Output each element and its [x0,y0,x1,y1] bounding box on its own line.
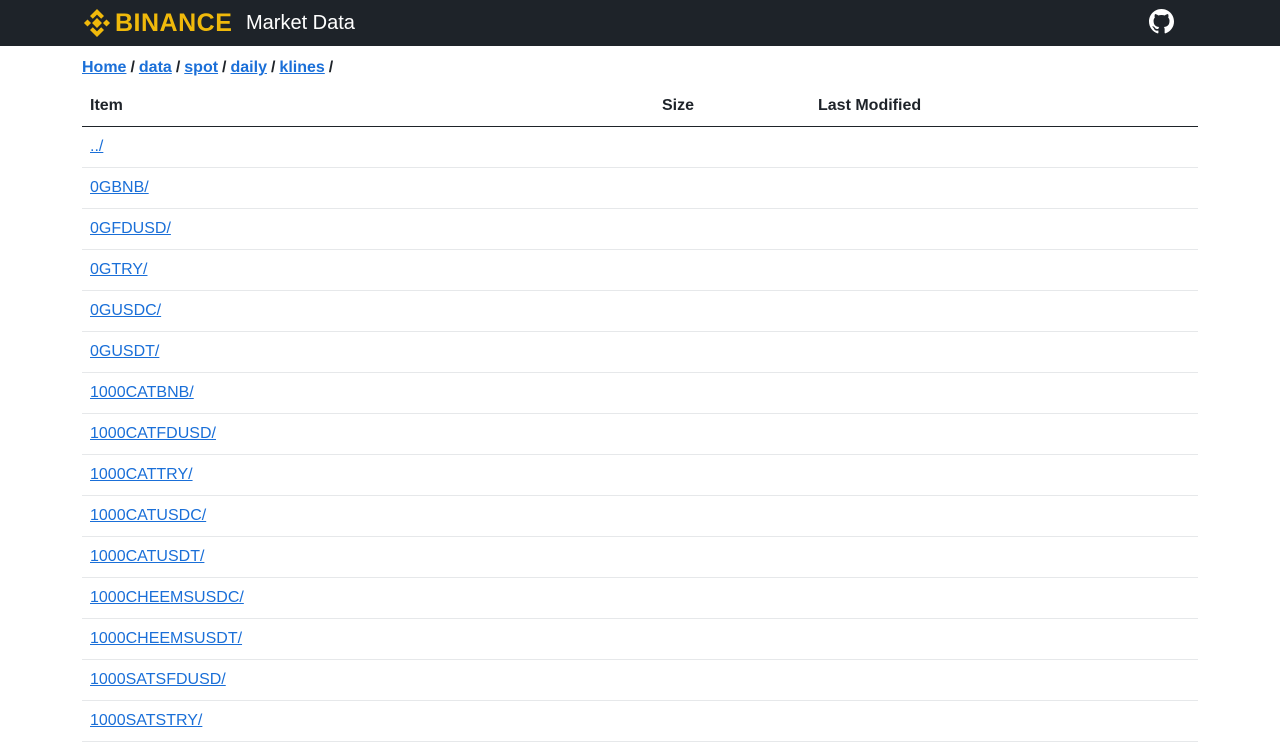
cell-size [654,167,810,209]
cell-size [654,331,810,373]
breadcrumb: Home / data / spot / daily / klines / [82,58,337,78]
cell-item: 1000CATUSDC/ [82,495,654,537]
cell-last-modified [810,126,1198,168]
directory-link[interactable]: 1000CHEEMSUSDC/ [90,589,244,606]
cell-last-modified [810,331,1198,373]
cell-last-modified [810,454,1198,496]
cell-size [654,126,810,168]
column-header-size: Size [654,86,810,127]
column-header-item: Item [82,86,654,127]
cell-last-modified [810,536,1198,578]
table-row: 0GTRY/ [82,249,1198,291]
directory-link[interactable]: 0GBNB/ [90,179,149,196]
cell-size [654,372,810,414]
breadcrumb-separator: / [270,59,276,76]
table-row: 1000CHEEMSUSDC/ [82,577,1198,619]
cell-size [654,208,810,250]
cell-item: 0GTRY/ [82,249,654,291]
cell-last-modified [810,700,1198,742]
cell-item: 1000CHEEMSUSDT/ [82,618,654,660]
table-row: 1000CHEEMSUSDT/ [82,618,1198,660]
cell-last-modified [810,290,1198,332]
directory-link[interactable]: 0GFDUSD/ [90,220,171,237]
table-row: 0GBNB/ [82,167,1198,209]
cell-item: 0GUSDT/ [82,331,654,373]
cell-last-modified [810,577,1198,619]
cell-size [654,249,810,291]
github-icon[interactable] [1149,9,1174,34]
table-row: ../ [82,126,1198,168]
directory-link[interactable]: 1000CATBNB/ [90,384,194,401]
table-row: 1000CATUSDT/ [82,536,1198,578]
cell-size [654,290,810,332]
table-row: 1000SATSFDUSD/ [82,659,1198,701]
table-row: 1000CATBNB/ [82,372,1198,414]
table-row: 1000SATSTRY/ [82,700,1198,742]
file-table: Item Size Last Modified ../ 0GBNB/0GFDUSD… [82,86,1198,742]
cell-item: ../ [82,126,654,168]
table-row: 1000CATUSDC/ [82,495,1198,537]
cell-size [654,659,810,701]
breadcrumb-separator: / [130,59,135,76]
cell-last-modified [810,659,1198,701]
file-listing: Item Size Last Modified ../ 0GBNB/0GFDUSD… [82,86,1198,742]
cell-size [654,577,810,619]
cell-item: 1000SATSFDUSD/ [82,659,654,701]
brand-name: BINANCE [115,9,233,37]
table-row: 1000CATTRY/ [82,454,1198,496]
breadcrumb-klines[interactable]: klines [279,59,324,76]
cell-size [654,454,810,496]
directory-link[interactable]: 1000SATSTRY/ [90,712,202,729]
directory-link[interactable]: 1000CATUSDC/ [90,507,206,524]
binance-logo-icon [83,9,111,37]
cell-last-modified [810,167,1198,209]
table-header-row: Item Size Last Modified [82,86,1198,127]
directory-link[interactable]: 1000CATUSDT/ [90,548,204,565]
breadcrumb-home[interactable]: Home [82,59,126,76]
cell-item: 1000CATBNB/ [82,372,654,414]
cell-item: 0GUSDC/ [82,290,654,332]
directory-link[interactable]: 0GUSDC/ [90,302,161,319]
directory-link[interactable]: 1000CATTRY/ [90,466,193,483]
cell-item: 1000CHEEMSUSDC/ [82,577,654,619]
table-row: 1000CATFDUSD/ [82,413,1198,455]
cell-item: 1000SATSTRY/ [82,700,654,742]
cell-item: 1000CATUSDT/ [82,536,654,578]
breadcrumb-data[interactable]: data [139,59,172,76]
cell-last-modified [810,618,1198,660]
cell-last-modified [810,249,1198,291]
directory-link[interactable]: 0GTRY/ [90,261,148,278]
directory-link[interactable]: 1000CATFDUSD/ [90,425,216,442]
breadcrumb-separator: / [175,59,181,76]
page-title: Market Data [246,12,355,34]
column-header-last-modified: Last Modified [810,86,1198,127]
directory-link[interactable]: 1000SATSFDUSD/ [90,671,226,688]
cell-item: 1000CATTRY/ [82,454,654,496]
cell-last-modified [810,372,1198,414]
breadcrumb-separator: / [222,59,227,76]
directory-link[interactable]: 1000CHEEMSUSDT/ [90,630,242,647]
breadcrumb-spot[interactable]: spot [184,59,218,76]
table-row: 0GUSDC/ [82,290,1198,332]
cell-item: 1000CATFDUSD/ [82,413,654,455]
cell-size [654,413,810,455]
breadcrumb-daily[interactable]: daily [231,59,267,76]
cell-item: 0GBNB/ [82,167,654,209]
breadcrumb-separator: / [328,59,334,76]
directory-link[interactable]: 0GUSDT/ [90,343,159,360]
cell-size [654,495,810,537]
cell-size [654,618,810,660]
cell-size [654,536,810,578]
table-row: 0GFDUSD/ [82,208,1198,250]
table-row: 0GUSDT/ [82,331,1198,373]
cell-last-modified [810,495,1198,537]
cell-size [654,700,810,742]
parent-directory-link[interactable]: ../ [90,138,103,155]
cell-item: 0GFDUSD/ [82,208,654,250]
top-navigation-bar: BINANCE Market Data [0,0,1280,46]
cell-last-modified [810,413,1198,455]
cell-last-modified [810,208,1198,250]
binance-logo[interactable]: BINANCE [82,8,232,38]
